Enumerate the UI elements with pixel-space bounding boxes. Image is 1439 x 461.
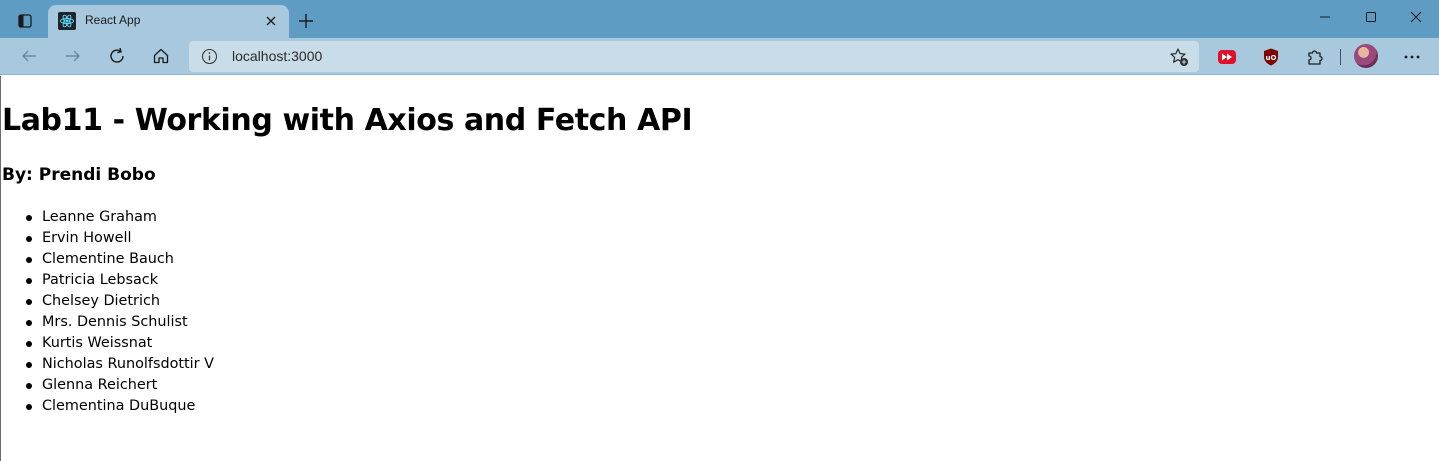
forward-button[interactable] xyxy=(58,42,88,70)
list-item: Chelsey Dietrich xyxy=(25,291,214,312)
browser-tab[interactable]: React App xyxy=(48,5,289,38)
toolbar-divider xyxy=(1340,49,1341,65)
list-item: Kurtis Weissnat xyxy=(25,333,214,354)
media-extension-button[interactable] xyxy=(1217,47,1237,67)
tab-actions-button[interactable] xyxy=(10,7,40,35)
list-item: Glenna Reichert xyxy=(25,375,214,396)
arrow-right-icon xyxy=(66,50,80,62)
list-item: Ervin Howell xyxy=(25,228,214,249)
url-text[interactable]: localhost:3000 xyxy=(232,48,322,64)
list-item: Clementina DuBuque xyxy=(25,396,214,417)
close-icon xyxy=(266,16,276,26)
list-item: Mrs. Dennis Schulist xyxy=(25,312,214,333)
user-list: Leanne Graham Ervin Howell Clementine Ba… xyxy=(25,207,214,417)
svg-text:uO: uO xyxy=(1266,54,1277,62)
media-extension-icon xyxy=(1218,50,1236,64)
minimize-icon xyxy=(1320,16,1330,18)
plus-icon xyxy=(299,14,313,28)
home-button[interactable] xyxy=(146,42,176,70)
puzzle-icon xyxy=(1308,50,1323,65)
ublock-shield-icon: uO xyxy=(1264,48,1278,66)
page-content: Lab11 - Working with Axios and Fetch API… xyxy=(0,76,1439,461)
extensions-button[interactable] xyxy=(1305,47,1325,67)
author-subtitle: By: Prendi Bobo xyxy=(2,165,156,185)
avatar[interactable] xyxy=(1354,44,1378,68)
settings-menu-button[interactable] xyxy=(1398,44,1426,70)
list-item: Nicholas Runolfsdottir V xyxy=(25,354,214,375)
title-bar: React App xyxy=(0,0,1439,38)
window-close-button[interactable] xyxy=(1393,0,1439,34)
maximize-icon xyxy=(1366,12,1376,22)
refresh-button[interactable] xyxy=(102,42,132,70)
close-icon xyxy=(1410,11,1422,23)
list-item: Leanne Graham xyxy=(25,207,214,228)
page-title: Lab11 - Working with Axios and Fetch API xyxy=(2,103,693,138)
arrow-left-icon xyxy=(22,50,36,62)
new-tab-button[interactable] xyxy=(294,9,318,33)
back-button[interactable] xyxy=(14,42,44,70)
minimize-button[interactable] xyxy=(1302,0,1348,34)
tab-actions-icon xyxy=(18,14,32,28)
refresh-icon xyxy=(110,47,124,63)
react-logo-icon xyxy=(58,12,76,30)
list-item: Patricia Lebsack xyxy=(25,270,214,291)
home-icon xyxy=(153,48,169,64)
address-bar[interactable]: localhost:3000 xyxy=(189,41,1199,72)
tab-close-button[interactable] xyxy=(263,13,279,29)
tab-title: React App xyxy=(85,13,141,27)
more-icon xyxy=(1404,55,1420,59)
maximize-button[interactable] xyxy=(1348,0,1394,34)
info-icon[interactable] xyxy=(201,48,218,65)
star-plus-icon[interactable] xyxy=(1169,47,1189,67)
list-item: Clementine Bauch xyxy=(25,249,214,270)
ublock-extension-button[interactable]: uO xyxy=(1261,47,1281,67)
browser-toolbar: localhost:3000 uO xyxy=(0,38,1439,75)
